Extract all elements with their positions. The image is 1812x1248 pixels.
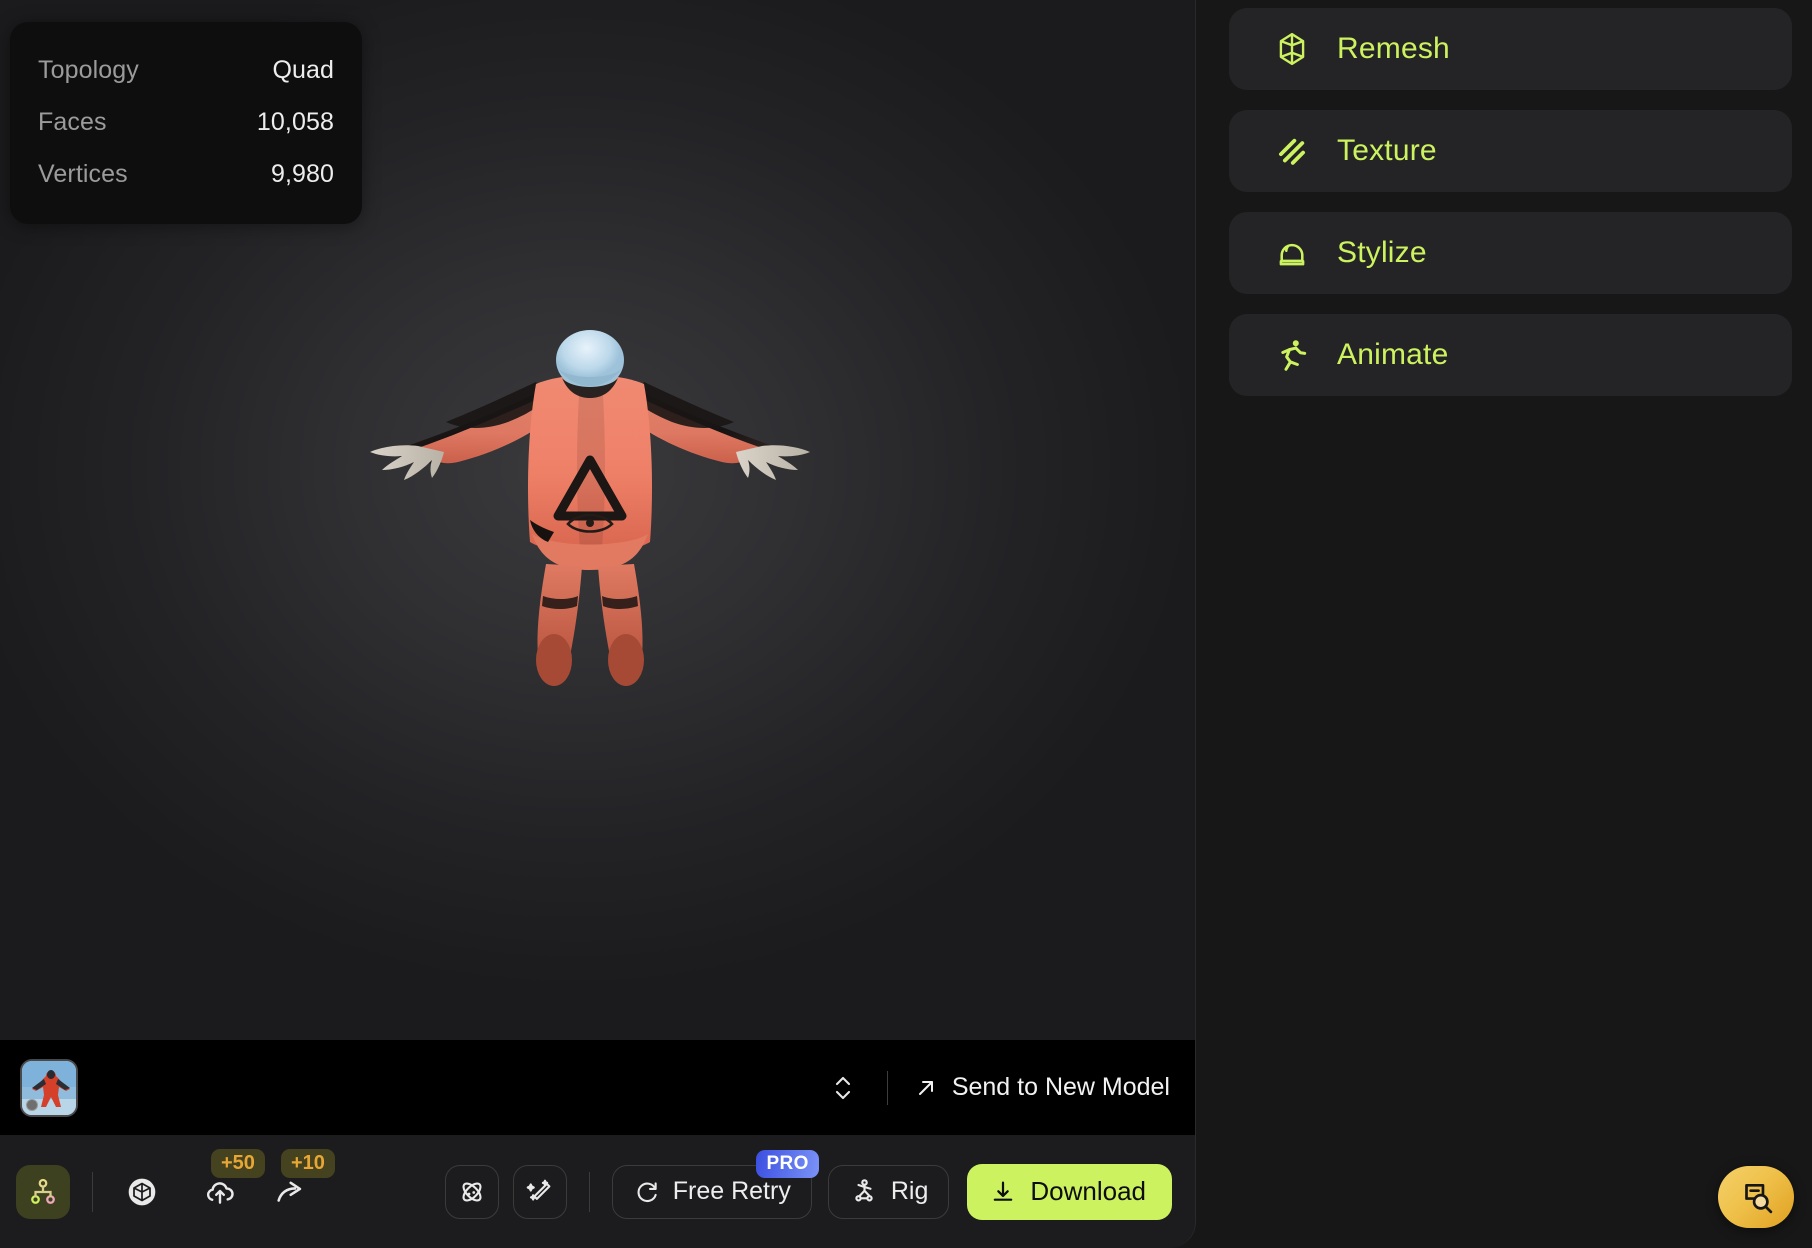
pro-badge: PRO: [756, 1149, 819, 1179]
filmstrip-actions: Send to New Model: [821, 1066, 1174, 1110]
info-value-vertices: 9,980: [270, 159, 334, 188]
wingsuit-model-graphic: [370, 330, 810, 686]
info-value-faces: 10,058: [256, 107, 334, 136]
tools-sidebar: Remesh Texture Stylize Animate: [1229, 0, 1812, 1248]
info-row-topology: Topology Quad: [38, 44, 334, 96]
chevron-up-down-icon: [835, 1076, 850, 1099]
info-row-faces: Faces 10,058: [38, 96, 334, 148]
model-info-card: Topology Quad Faces 10,058 Vertices 9,98…: [10, 22, 362, 224]
refresh-icon: [637, 1181, 657, 1202]
running-person-icon: [1281, 340, 1307, 371]
upload-credit-badge: +50: [211, 1148, 265, 1178]
toolbar-divider-1: [92, 1171, 93, 1212]
hierarchy-view-button[interactable]: [16, 1164, 70, 1219]
cloud-upload-icon: [206, 1181, 234, 1204]
share-button[interactable]: +10: [263, 1148, 335, 1219]
model-3d-preview[interactable]: [340, 320, 840, 700]
model-viewport[interactable]: Topology Quad Faces 10,058 Vertices 9,98…: [0, 0, 1196, 1040]
crystal-ball-icon: [1279, 243, 1305, 266]
diagonal-stripes-icon: [1279, 138, 1305, 165]
sidebar-label-stylize: Stylize: [1337, 236, 1427, 269]
share-credit-badge: +10: [281, 1148, 335, 1178]
sidebar-label-animate: Animate: [1337, 338, 1449, 371]
sidebar-label-remesh: Remesh: [1337, 32, 1450, 65]
download-button[interactable]: Download: [967, 1163, 1172, 1220]
sort-order-toggle[interactable]: [821, 1066, 865, 1110]
asset-thumbnail[interactable]: [20, 1058, 78, 1117]
free-retry-label: Free Retry: [672, 1177, 791, 1205]
thumbnail-status-badge: [26, 1098, 38, 1111]
sidebar-item-remesh[interactable]: Remesh: [1229, 8, 1792, 90]
sidebar-item-stylize[interactable]: Stylize: [1229, 212, 1792, 294]
document-search-icon: [1745, 1183, 1773, 1214]
physics-tool-button[interactable]: [444, 1164, 499, 1219]
skeleton-rig-icon: [855, 1178, 873, 1201]
model-view-button[interactable]: [115, 1165, 169, 1219]
atom-icon: [462, 1181, 482, 1202]
cube-filled-icon: [128, 1178, 156, 1205]
magic-wand-sparkle-icon: [526, 1179, 551, 1201]
info-label-vertices: Vertices: [38, 159, 128, 188]
sidebar-item-animate[interactable]: Animate: [1229, 314, 1792, 396]
rig-label: Rig: [890, 1177, 929, 1205]
node-hierarchy-icon: [31, 1178, 55, 1204]
ai-enhance-button[interactable]: [512, 1164, 567, 1219]
help-inspector-button[interactable]: [1718, 1166, 1794, 1228]
toolbar-divider-2: [588, 1171, 590, 1212]
sidebar-item-texture[interactable]: Texture: [1229, 110, 1792, 192]
app-root: Topology Quad Faces 10,058 Vertices 9,98…: [0, 0, 1812, 1248]
asset-filmstrip: Send to New Model: [0, 1040, 1196, 1135]
bottom-toolbar: +50 +10 PRO Free Retry Rig Download: [0, 1135, 1196, 1248]
send-to-new-model-label: Send to New Model: [951, 1073, 1170, 1101]
filmstrip-divider: [886, 1070, 888, 1105]
free-retry-button[interactable]: PRO Free Retry: [611, 1149, 819, 1219]
download-icon: [994, 1181, 1013, 1201]
share-arrow-icon: [277, 1181, 302, 1202]
arrow-up-right-icon: [918, 1080, 933, 1095]
remesh-polyhedron-icon: [1279, 32, 1305, 66]
send-to-new-model-button[interactable]: Send to New Model: [910, 1067, 1174, 1108]
sidebar-label-texture: Texture: [1337, 134, 1437, 167]
upload-button[interactable]: +50: [193, 1148, 265, 1219]
info-label-faces: Faces: [38, 107, 107, 136]
viewport-panel: Topology Quad Faces 10,058 Vertices 9,98…: [0, 0, 1196, 1248]
download-label: Download: [1030, 1176, 1146, 1206]
info-value-topology: Quad: [272, 55, 334, 84]
info-label-topology: Topology: [38, 55, 139, 84]
info-row-vertices: Vertices 9,980: [38, 148, 334, 200]
rig-button[interactable]: Rig: [827, 1164, 950, 1219]
